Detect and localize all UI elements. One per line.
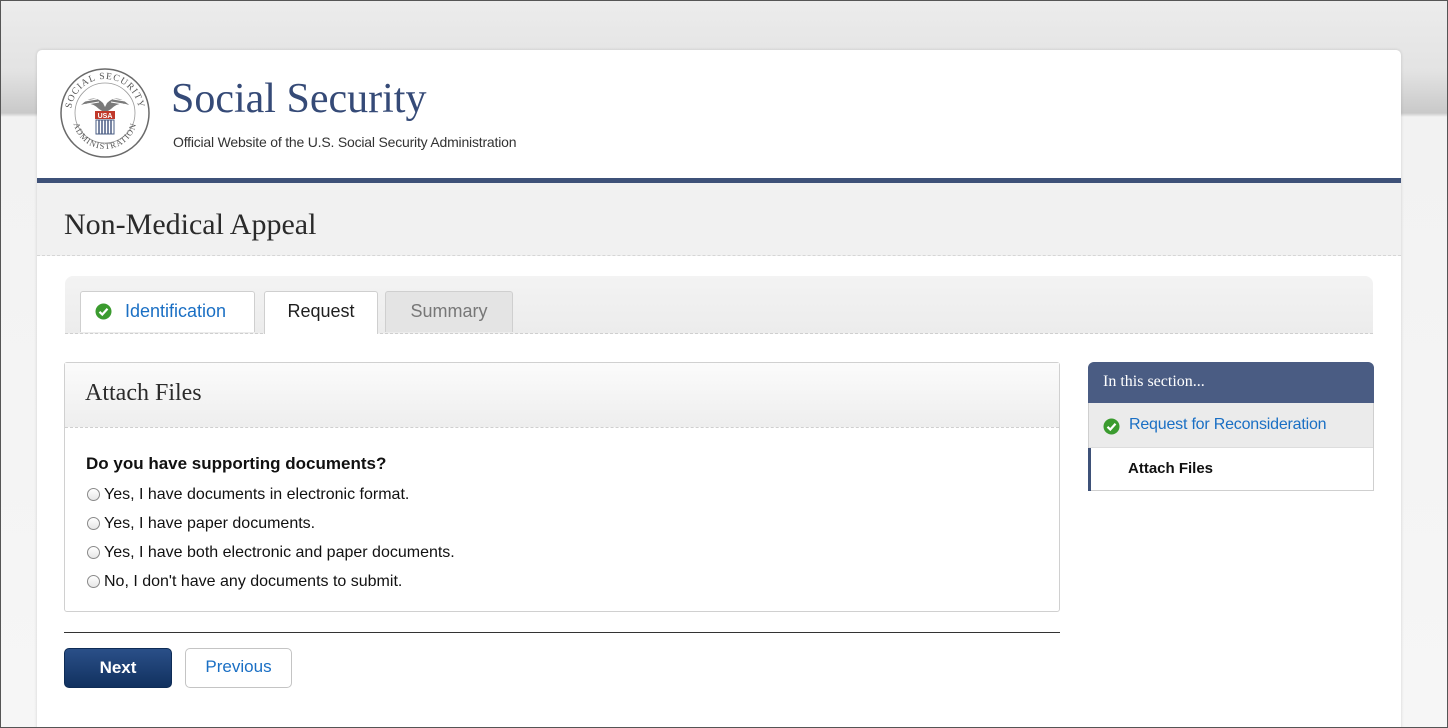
previous-button[interactable]: Previous [185,648,292,688]
site-title[interactable]: Social Security [171,74,426,124]
tab-identification-label: Identification [125,301,227,321]
page-card: SOCIAL SECURITY ADMINISTRATION USA Socia… [37,50,1401,727]
panel-title: Attach Files [85,380,202,406]
radio-label[interactable]: Yes, I have paper documents. [104,514,315,534]
panel-header: Attach Files [65,363,1059,428]
radio-button[interactable] [87,546,100,559]
question-label: Do you have supporting documents? [86,454,387,473]
form-divider [64,632,1060,633]
site-header: SOCIAL SECURITY ADMINISTRATION USA Socia… [37,50,1401,178]
section-nav-heading: In this section... [1103,373,1205,390]
check-circle-icon [95,303,112,320]
tab-identification[interactable]: Identification [80,291,255,332]
step-tabs: Identification Request Summary [65,276,1373,334]
page-title-band: Non-Medical Appeal [37,183,1401,256]
section-nav-item-label: Attach Files [1128,460,1214,477]
section-nav: In this section... Request for Reconside… [1088,362,1374,491]
seal-usa-text: USA [98,113,113,120]
browser-viewport: SOCIAL SECURITY ADMINISTRATION USA Socia… [0,0,1448,728]
section-nav-item-reconsideration[interactable]: Request for Reconsideration [1089,403,1373,448]
site-subtitle: Official Website of the U.S. Social Secu… [173,134,517,150]
tab-request[interactable]: Request [264,291,378,334]
next-button[interactable]: Next [64,648,172,688]
radio-button[interactable] [87,488,100,501]
check-circle-icon [1103,418,1120,435]
section-nav-header: In this section... [1088,362,1374,403]
page-title: Non-Medical Appeal [64,208,317,241]
radio-label[interactable]: No, I don't have any documents to submit… [104,572,402,592]
section-nav-item-label[interactable]: Request for Reconsideration [1129,416,1327,434]
radio-label[interactable]: Yes, I have both electronic and paper do… [104,543,455,563]
radio-label[interactable]: Yes, I have documents in electronic form… [104,485,409,505]
section-nav-item-attach-files: Attach Files [1088,448,1373,491]
ssa-seal-logo[interactable]: SOCIAL SECURITY ADMINISTRATION USA [59,67,151,159]
tab-summary: Summary [385,291,513,332]
radio-button[interactable] [87,575,100,588]
radio-button[interactable] [87,517,100,530]
attach-files-panel: Attach Files Do you have supporting docu… [64,362,1060,612]
